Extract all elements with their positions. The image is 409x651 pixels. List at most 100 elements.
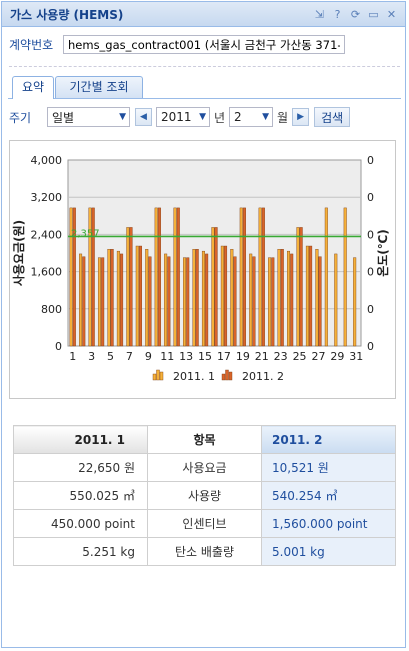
close-icon[interactable]: ✕ — [384, 7, 399, 22]
header-prev-month: 2011. 1 — [13, 425, 148, 454]
month-select[interactable]: 2 ▼ — [229, 107, 274, 127]
x-tick-label: 1 — [69, 350, 76, 363]
month-unit: 월 — [277, 110, 289, 125]
item-name: 사용요금 — [147, 453, 262, 482]
current-value: 10,521 원 — [261, 453, 396, 482]
bar-prev — [126, 227, 130, 347]
tab-strip: 요약 기간별 조회 — [8, 76, 401, 99]
bar-curr — [280, 249, 284, 347]
year-unit: 년 — [214, 110, 226, 125]
contract-row: 계약번호 — [9, 35, 345, 54]
bar-curr — [110, 249, 114, 347]
period-select[interactable]: 일별 ▼ — [47, 107, 130, 127]
chevron-left-icon: ◀ — [140, 112, 147, 122]
usage-bar-chart: 0 0800 01,600 02,400 03,200 04,000 02,3571 3 5 7 9… — [11, 154, 390, 383]
y-tick-label: 0 — [55, 340, 62, 353]
reference-line-label: 2,357 — [71, 228, 100, 239]
bar-prev — [315, 249, 319, 347]
year-select[interactable]: 2011 ▼ — [156, 107, 210, 127]
bar-curr — [299, 227, 303, 347]
y2-tick-label: 0 — [367, 228, 374, 241]
bar-curr — [261, 207, 265, 347]
bar-curr — [224, 245, 228, 347]
bar-prev — [116, 250, 120, 347]
collapse-icon[interactable]: ⇲ — [312, 7, 327, 22]
bar-curr — [186, 257, 190, 347]
x-tick-label: 3 — [88, 350, 95, 363]
tab-period-search[interactable]: 기간별 조회 — [55, 76, 143, 98]
bar-curr — [205, 253, 209, 347]
y2-axis-label: 온도(℃) — [375, 229, 390, 277]
current-value: 5.001 kg — [261, 537, 396, 566]
panel-header: 가스 사용량 (HEMS) ⇲ ? ⟳ ▭ ✕ — [2, 2, 405, 27]
bar-curr — [271, 257, 275, 347]
bar-prev — [296, 227, 300, 347]
x-tick-label: 23 — [274, 350, 288, 363]
tab-summary[interactable]: 요약 — [12, 76, 54, 99]
bar-prev — [287, 250, 291, 347]
bar-prev — [79, 253, 83, 347]
bar-curr — [176, 207, 180, 347]
legend-swatch — [221, 373, 226, 381]
legend-swatch — [159, 371, 164, 381]
query-toolbar: 주기 일별 ▼ ◀ 2011 ▼ 년 2 ▼ 월 ▶ 검색 — [9, 106, 351, 128]
x-tick-label: 5 — [107, 350, 114, 363]
bar-curr — [290, 253, 294, 347]
panel-title: 가스 사용량 (HEMS) — [10, 7, 124, 22]
period-label: 주기 — [9, 110, 32, 125]
prev-value: 22,650 원 — [13, 453, 148, 482]
prev-value: 550.025 ㎥ — [13, 481, 148, 510]
bar-curr — [318, 256, 322, 347]
bar-prev — [249, 253, 253, 347]
bar-prev — [211, 227, 215, 347]
header-current-month: 2011. 2 — [261, 425, 396, 454]
period-select-value: 일별 — [52, 110, 75, 125]
legend-label: 2011. 2 — [242, 370, 284, 383]
item-name: 사용량 — [147, 481, 262, 510]
y-tick-label: 4,000 — [31, 154, 63, 167]
bar-curr — [148, 256, 152, 347]
bar-curr — [309, 245, 313, 347]
bar-prev — [97, 257, 101, 347]
bar-prev — [220, 245, 224, 347]
legend-swatch — [225, 369, 229, 381]
bar-curr — [252, 256, 256, 347]
chart-container: 0 0 800 0 1,600 0 2,400 0 3,200 0 4,000 0 2,357 1 3 5 7 9… — [9, 140, 396, 399]
x-tick-label: 7 — [126, 350, 133, 363]
y-tick-label: 800 — [41, 303, 62, 316]
legend-swatch — [152, 373, 157, 381]
x-tick-label: 9 — [145, 350, 152, 363]
table-row: 5.251 kg 탄소 배출량 5.001 kg — [13, 537, 396, 566]
y2-tick-label: 0 — [367, 191, 374, 204]
prev-month-button[interactable]: ◀ — [135, 108, 152, 126]
bar-prev — [173, 207, 177, 347]
x-tick-label: 25 — [293, 350, 307, 363]
search-button[interactable]: 검색 — [314, 107, 351, 127]
maximize-icon[interactable]: ▭ — [366, 7, 381, 22]
y-tick-label: 1,600 — [31, 266, 63, 279]
prev-value: 5.251 kg — [13, 537, 148, 566]
bar-prev — [145, 249, 149, 347]
refresh-icon[interactable]: ⟳ — [348, 7, 363, 22]
item-name: 인센티브 — [147, 509, 262, 538]
bar-prev — [135, 245, 139, 347]
x-tick-label: 21 — [255, 350, 269, 363]
y2-tick-label: 0 — [367, 303, 374, 316]
bar-curr — [129, 227, 133, 347]
bar-prev — [201, 250, 205, 347]
table-row: 450.000 point 인센티브 1,560.000 point — [13, 509, 396, 538]
next-month-button[interactable]: ▶ — [292, 108, 310, 126]
panel-tools: ⇲ ? ⟳ ▭ ✕ — [312, 7, 399, 22]
help-icon[interactable]: ? — [330, 7, 345, 22]
table-row: 22,650 원 사용요금 10,521 원 — [13, 453, 396, 482]
x-tick-label: 17 — [217, 350, 231, 363]
bar-prev — [334, 253, 338, 347]
y2-tick-label: 0 — [367, 266, 374, 279]
bar-curr — [195, 249, 199, 347]
bar-curr — [157, 207, 161, 347]
legend-swatch — [156, 369, 160, 381]
x-tick-label: 29 — [330, 350, 344, 363]
contract-field[interactable] — [63, 35, 345, 54]
current-value: 540.254 ㎥ — [261, 481, 396, 510]
y-tick-label: 2,400 — [31, 228, 63, 241]
